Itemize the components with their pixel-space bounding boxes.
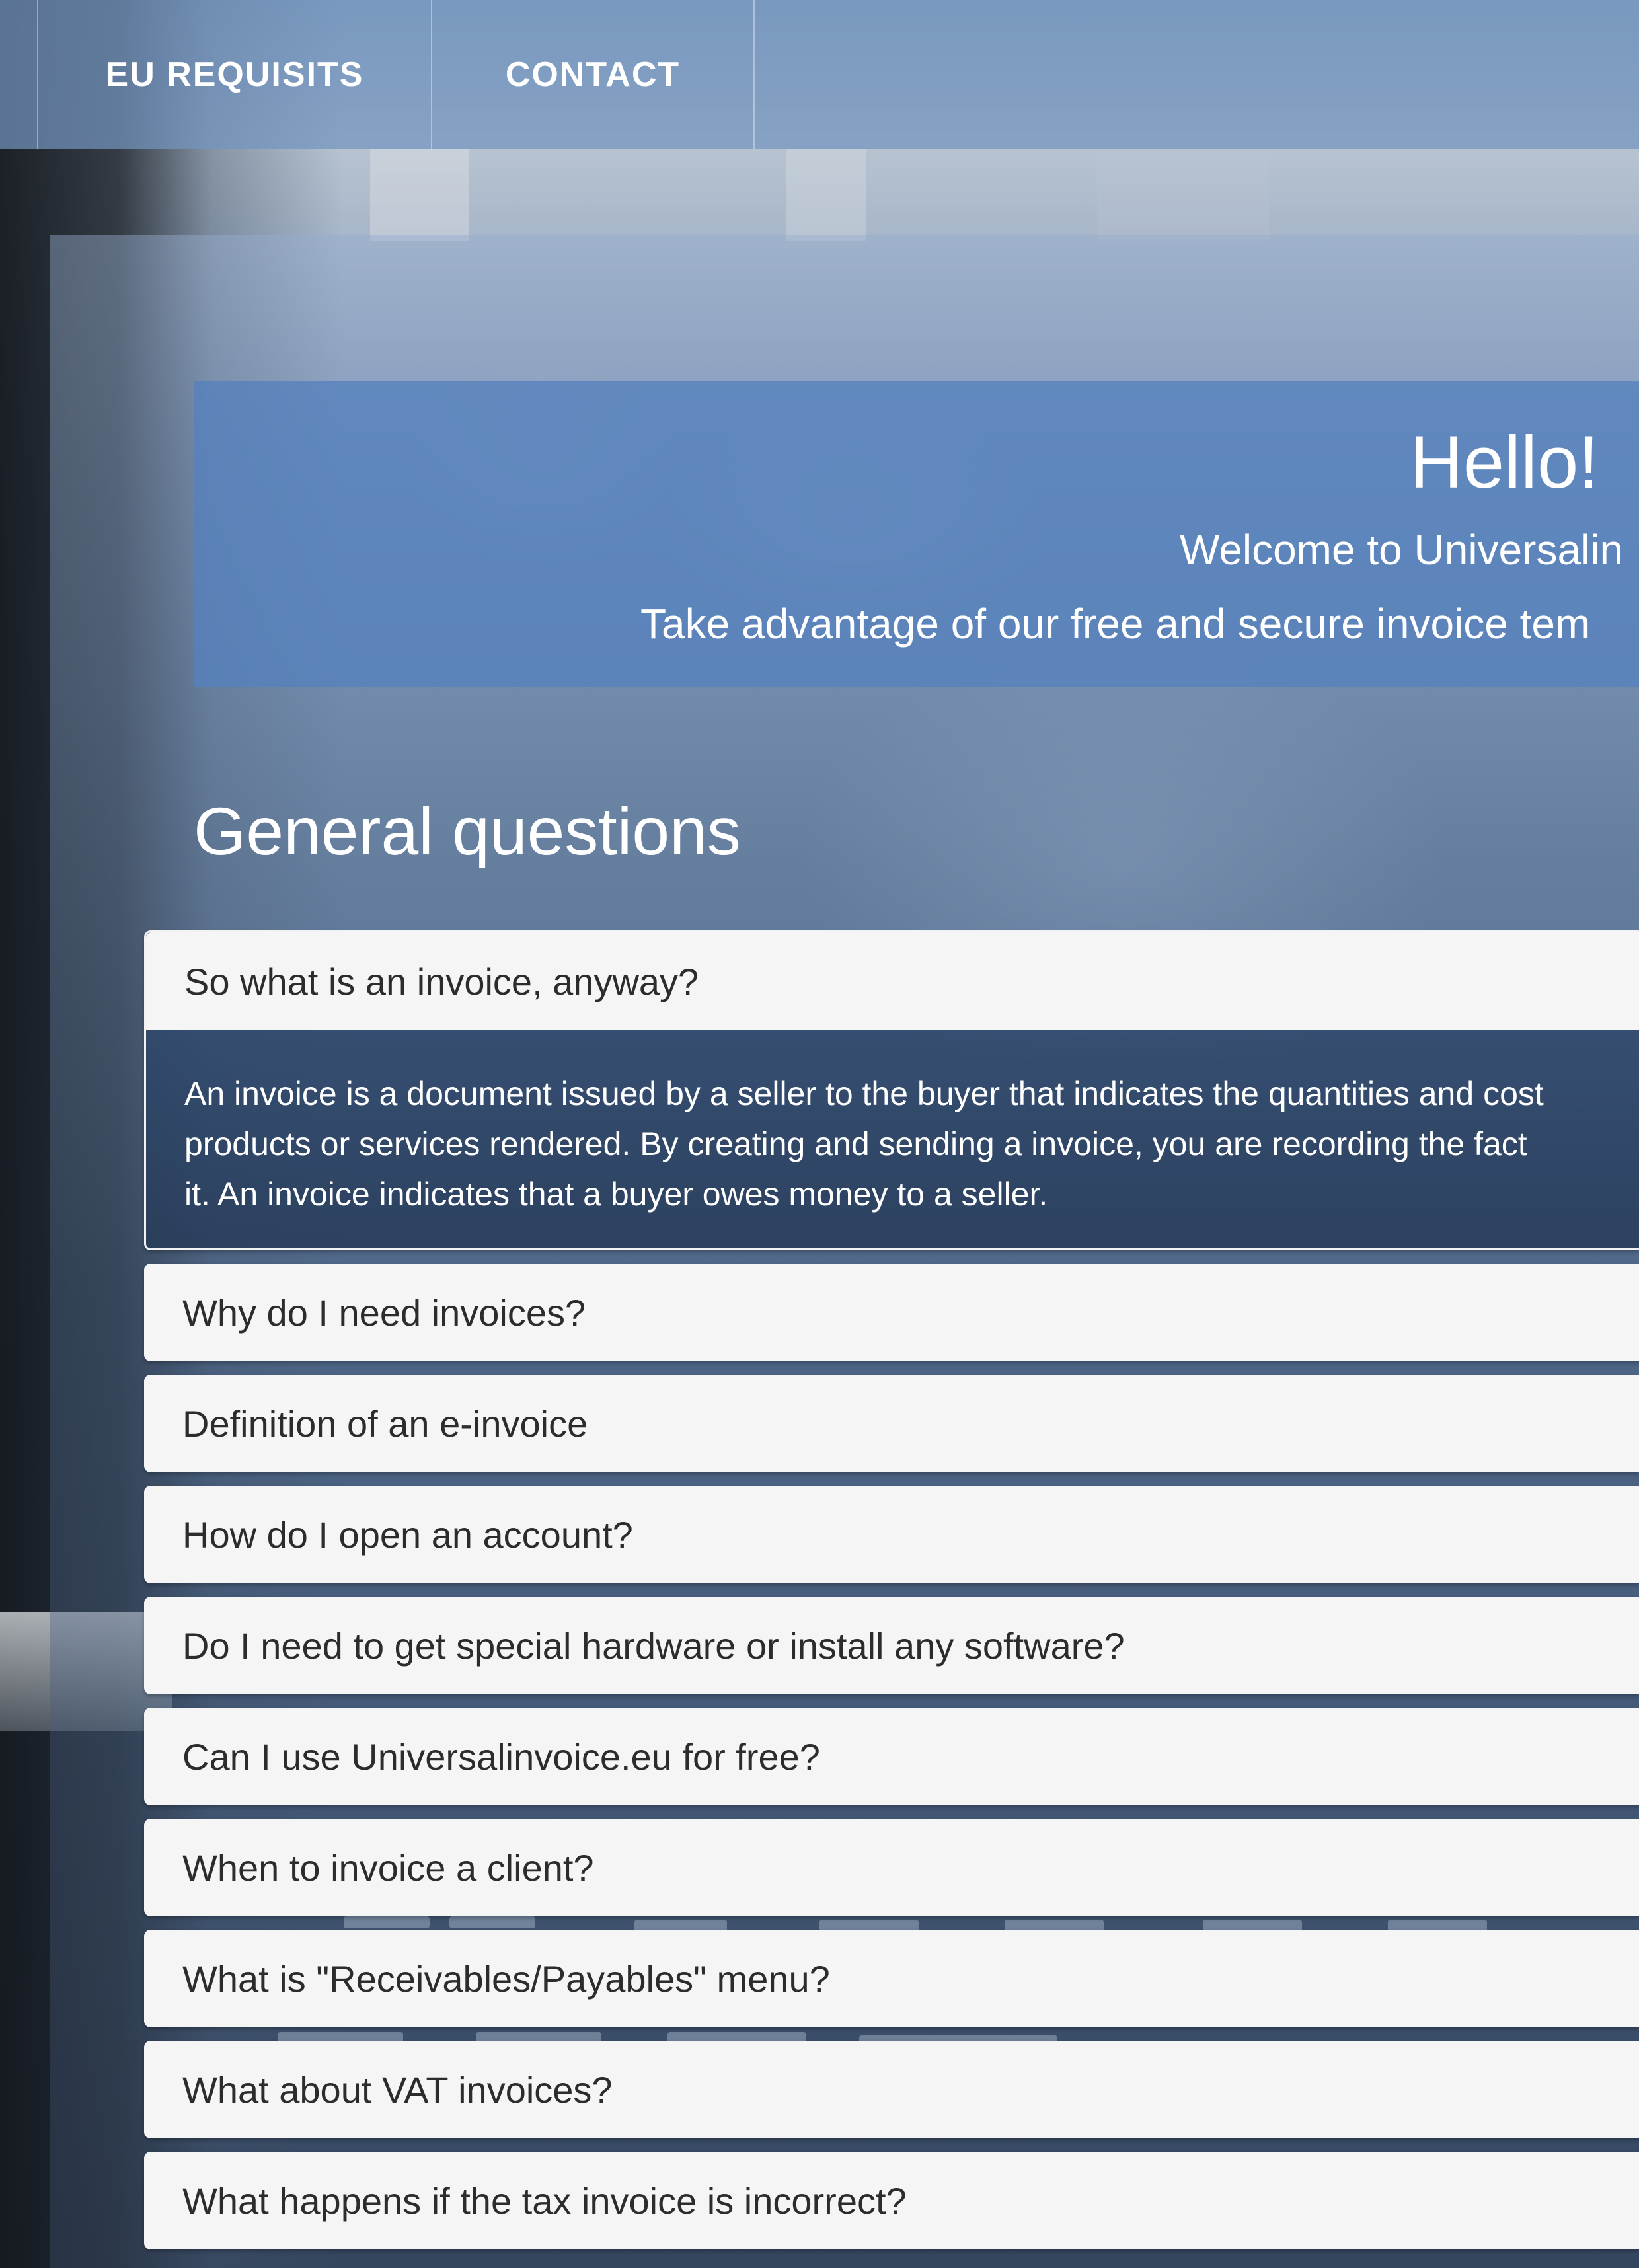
faq-question-toggle[interactable]: What is "Receivables/Payables" menu?	[144, 1930, 1639, 2027]
nav-item-contact[interactable]: CONTACT	[431, 0, 755, 149]
top-navigation: EU REQUISITS CONTACT	[0, 0, 1639, 149]
faq-question-toggle[interactable]: Definition of an e-invoice	[144, 1375, 1639, 1472]
faq-item: What about VAT invoices?	[144, 2041, 1639, 2138]
faq-question-text: Do I need to get special hardware or ins…	[182, 1624, 1125, 1667]
faq-item: Can I use Universalinvoice.eu for free?	[144, 1708, 1639, 1805]
faq-question-toggle[interactable]: What happens if the tax invoice is incor…	[144, 2152, 1639, 2249]
faq-item: How do I open an account?	[144, 1486, 1639, 1583]
faq-answer-line: An invoice is a document issued by a sel…	[184, 1075, 1544, 1112]
faq-item: When to invoice a client?	[144, 1819, 1639, 1916]
faq-question-text: How do I open an account?	[182, 1513, 633, 1556]
faq-question-toggle[interactable]: What about VAT invoices?	[144, 2041, 1639, 2138]
faq-answer: An invoice is a document issued by a sel…	[146, 1030, 1639, 1248]
hero-tagline: Take advantage of our free and secure in…	[640, 600, 1591, 648]
faq-item: Why do I need invoices?	[144, 1264, 1639, 1361]
faq-item: So what is an invoice, anyway? An invoic…	[144, 930, 1639, 1250]
faq-question-text: What is "Receivables/Payables" menu?	[182, 1957, 830, 2000]
nav-item-label: CONTACT	[505, 55, 681, 94]
faq-question-text: When to invoice a client?	[182, 1846, 594, 1889]
hero-welcome-text: Welcome to Universalin	[1180, 526, 1624, 574]
faq-question-toggle[interactable]: So what is an invoice, anyway?	[146, 932, 1639, 1030]
faq-answer-line: products or services rendered. By creati…	[184, 1125, 1527, 1162]
faq-item: Definition of an e-invoice	[144, 1375, 1639, 1472]
faq-accordion: So what is an invoice, anyway? An invoic…	[144, 930, 1639, 2263]
faq-question-text: Can I use Universalinvoice.eu for free?	[182, 1735, 820, 1778]
faq-answer-line: it. An invoice indicates that a buyer ow…	[184, 1176, 1048, 1213]
faq-question-toggle[interactable]: How do I open an account?	[144, 1486, 1639, 1583]
nav-item-label: EU REQUISITS	[105, 55, 364, 94]
faq-item: What is "Receivables/Payables" menu?	[144, 1930, 1639, 2027]
faq-item: Do I need to get special hardware or ins…	[144, 1597, 1639, 1694]
faq-question-toggle[interactable]: Can I use Universalinvoice.eu for free?	[144, 1708, 1639, 1805]
faq-question-text: What about VAT invoices?	[182, 2068, 613, 2111]
faq-question-text: Why do I need invoices?	[182, 1291, 586, 1334]
faq-question-text: Definition of an e-invoice	[182, 1402, 588, 1445]
faq-question-text: What happens if the tax invoice is incor…	[182, 2179, 907, 2222]
hero-title: Hello!	[1410, 421, 1599, 504]
faq-question-toggle[interactable]: When to invoice a client?	[144, 1819, 1639, 1916]
faq-question-text: So what is an invoice, anyway?	[184, 960, 699, 1002]
faq-question-toggle[interactable]: Why do I need invoices?	[144, 1264, 1639, 1361]
faq-item: What happens if the tax invoice is incor…	[144, 2152, 1639, 2249]
section-title: General questions	[194, 794, 741, 869]
nav-item-eu-requisits[interactable]: EU REQUISITS	[37, 0, 431, 149]
faq-question-toggle[interactable]: Do I need to get special hardware or ins…	[144, 1597, 1639, 1694]
hero-banner: Hello! Welcome to Universalin Take advan…	[194, 381, 1639, 687]
